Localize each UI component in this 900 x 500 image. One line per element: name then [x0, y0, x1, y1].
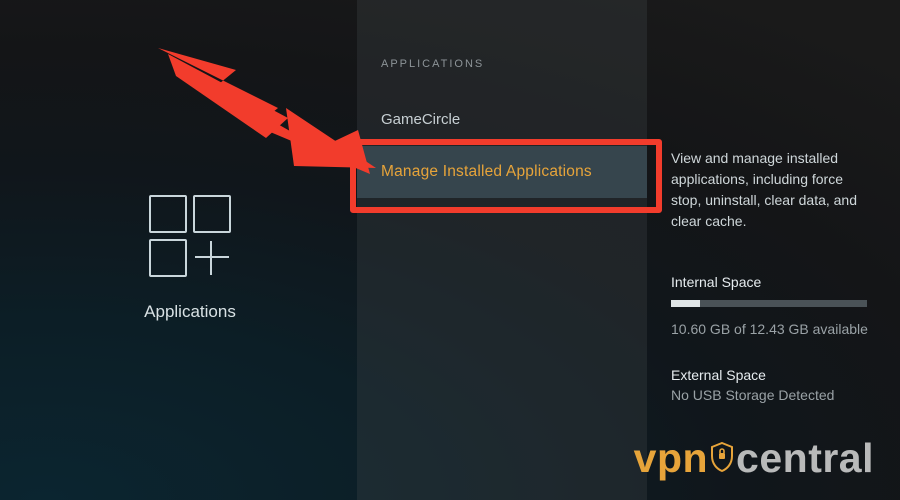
shield-icon — [711, 435, 733, 482]
list-item-manage-installed-applications[interactable]: Manage Installed Applications — [357, 146, 647, 198]
annotation-arrow-icon — [158, 48, 378, 178]
storage-available-text: 10.60 GB of 12.43 GB available — [671, 319, 874, 339]
category-card-applications[interactable]: Applications — [110, 195, 270, 322]
storage-bar — [671, 300, 867, 307]
section-header: APPLICATIONS — [357, 58, 647, 70]
detail-pane: View and manage installed applications, … — [647, 0, 900, 500]
external-space-header: External Space — [671, 367, 874, 383]
settings-list-column: APPLICATIONS GameCircle Manage Installed… — [357, 0, 647, 500]
detail-description: View and manage installed applications, … — [671, 148, 874, 232]
external-space-status: No USB Storage Detected — [671, 387, 874, 403]
watermark-text-left: vpn — [634, 435, 708, 482]
internal-space-header: Internal Space — [671, 274, 874, 290]
apps-grid-plus-icon — [149, 195, 231, 277]
category-label: Applications — [110, 302, 270, 322]
list-item-gamecircle[interactable]: GameCircle — [357, 94, 647, 146]
watermark-text-right: central — [736, 435, 874, 482]
watermark-vpncentral: vpn central — [634, 435, 874, 482]
storage-bar-fill — [671, 300, 700, 307]
